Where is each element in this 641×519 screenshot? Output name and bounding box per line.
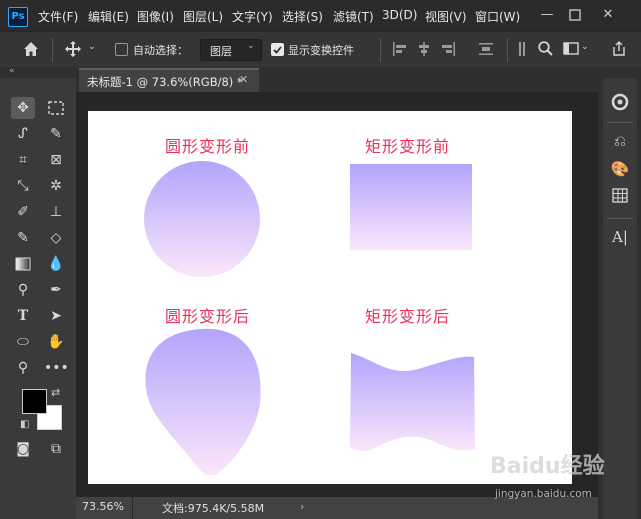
menu-file[interactable]: 文件(F) [38,8,78,25]
menu-view[interactable]: 视图(V) [425,8,467,25]
gradient-tool-icon[interactable] [11,253,35,275]
layer-dropdown[interactable]: 图层 ⌄ [200,39,262,61]
ruler-icon[interactable] [516,41,532,57]
caption-circle-after: 圆形变形后 [165,307,251,326]
app-logo: Ps [8,7,28,27]
spot-heal-tool-icon[interactable]: ✲ [44,175,68,197]
search-icon[interactable] [537,40,554,57]
frame-tool-icon[interactable]: ⊠ [44,149,68,171]
table-icon[interactable] [603,188,637,207]
auto-select-label: 自动选择： [133,44,188,57]
align-center-icon[interactable] [416,41,432,57]
rect-before-shape [350,164,472,250]
eraser-tool-icon[interactable]: ◇ [44,227,68,249]
move-tool-icon[interactable] [64,40,82,58]
path-select-tool-icon[interactable]: ➤ [44,305,68,327]
crop-tool-icon[interactable]: ⌗ [11,149,35,171]
swatches-icon[interactable]: 🎨 [603,160,637,178]
pen-tool-icon[interactable]: ✒ [44,279,68,301]
document-tab-title: 未标题-1 @ 73.6%(RGB/8) * [87,75,243,89]
document-tab[interactable]: 未标题-1 @ 73.6%(RGB/8) * ✕ [79,68,259,92]
hand-tool-icon[interactable]: ✋ [44,331,68,353]
show-transform-checkbox[interactable] [271,43,284,56]
align-left-icon[interactable] [392,41,408,57]
history-brush-tool-icon[interactable]: ✎ [11,227,35,249]
character-panel-icon[interactable]: A| [603,228,637,246]
workspace-icon[interactable] [563,41,579,56]
menu-edit[interactable]: 编辑(E) [88,8,129,25]
menu-image[interactable]: 图像(I) [137,8,174,25]
swap-colors-icon[interactable]: ⇄ [51,386,60,399]
zoom-tool-icon[interactable]: ⚲ [11,357,35,379]
color-wheel-icon[interactable] [603,93,637,115]
quick-mask-icon[interactable]: ◙ [11,438,35,460]
watermark-logo: Baidu经验 [490,454,605,479]
chevron-down-icon[interactable]: ⌄ [581,42,589,52]
close-icon[interactable]: ✕ [239,73,248,86]
status-menu-arrow-icon[interactable]: › [300,500,304,513]
layer-dropdown-value: 图层 [210,45,232,58]
caption-rect-before: 矩形变形前 [365,137,451,156]
lasso-tool-icon[interactable]: ᔑ [11,123,35,145]
menu-window[interactable]: 窗口(W) [475,8,520,25]
menu-select[interactable]: 选择(S) [282,8,323,25]
circle-before-shape [144,161,260,277]
canvas-artwork [144,161,475,476]
distribute-icon[interactable] [478,41,494,57]
caption-rect-after: 矩形变形后 [365,307,451,326]
rect-after-shape [350,353,475,452]
circle-after-shape [145,328,261,476]
default-colors-icon[interactable]: ◧ [20,419,29,430]
menu-layer[interactable]: 图层(L) [183,8,223,25]
brush-tool-icon[interactable]: ✐ [11,201,35,223]
move-tool-icon[interactable]: ✥ [11,97,35,119]
stamp-tool-icon[interactable]: ⊥ [44,201,68,223]
chevron-down-icon: ⌄ [247,41,255,51]
menu-bar: Ps 文件(F) 编辑(E) 图像(I) 图层(L) 文字(Y) 选择(S) 滤… [0,0,641,31]
menu-filter[interactable]: 滤镜(T) [333,8,374,25]
eyedropper-tool-icon[interactable]: ⤡ [11,175,35,197]
screen-mode-icon[interactable]: ⧉ [44,438,68,460]
menu-type[interactable]: 文字(Y) [232,8,273,25]
document-info: 文档:975.4K/5.58M [162,502,265,515]
more-tools-icon[interactable]: ••• [44,357,69,379]
ellipse-tool-icon[interactable]: ⬭ [11,331,35,353]
marquee-tool-icon[interactable] [44,97,68,119]
share-icon[interactable] [611,40,627,57]
dodge-tool-icon[interactable]: ⚲ [11,279,35,301]
history-icon[interactable]: ⎌ [603,132,637,150]
minimize-icon[interactable]: — [535,4,559,26]
foreground-color-swatch[interactable] [22,389,47,414]
collapse-left-icon[interactable]: « [9,66,15,76]
auto-select-checkbox[interactable] [115,43,128,56]
options-bar: ⌄ 自动选择： 图层 ⌄ 显示变换控件 ⌄ [0,31,641,68]
show-transform-label: 显示变换控件 [288,44,354,57]
document-canvas[interactable]: 圆形变形前 矩形变形前 圆形变形后 矩形变形后 [88,111,572,484]
type-tool-icon[interactable]: T [11,305,35,327]
zoom-level[interactable]: 73.56% [82,500,124,513]
home-icon[interactable] [22,40,40,58]
chevron-down-icon[interactable]: ⌄ [88,42,96,52]
watermark-url: jingyan.baidu.com [495,488,592,500]
menu-3d[interactable]: 3D(D) [382,8,417,22]
caption-circle-before: 圆形变形前 [165,137,251,156]
close-icon[interactable]: ✕ [596,4,620,26]
quick-select-tool-icon[interactable]: ✎ [44,123,68,145]
restore-icon[interactable] [563,4,587,26]
blur-tool-icon[interactable]: 💧 [44,253,68,275]
status-bar: 73.56% 文档:975.4K/5.58M › [76,497,598,519]
align-right-icon[interactable] [440,41,456,57]
